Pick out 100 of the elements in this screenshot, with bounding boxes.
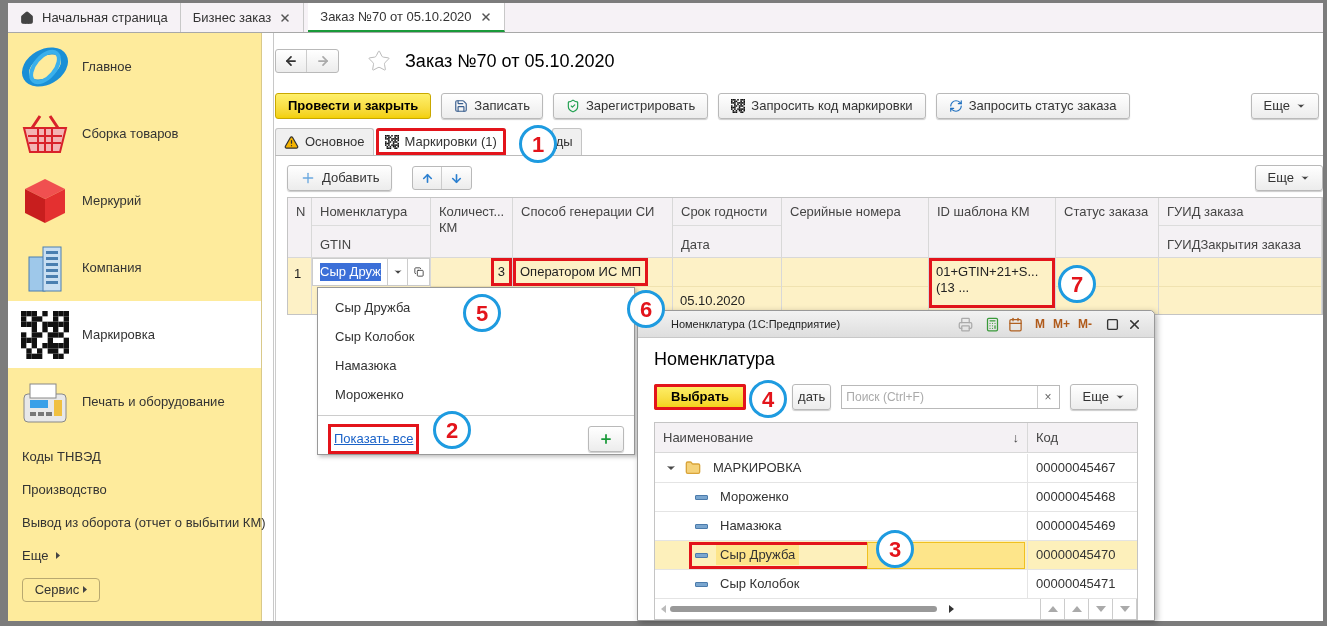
dropdown-item[interactable]: Мороженко [318,380,408,409]
item-code: 00000045471 [1036,575,1116,594]
item-dash-icon [695,581,708,587]
qr-code-icon [731,99,746,113]
create-button[interactable] [588,425,624,452]
scroll-right-icon[interactable] [949,605,954,613]
form-tab[interactable]: Маркировки (1) [375,128,506,155]
tree-row[interactable]: Сыр Колобок 00000045471 [655,570,1137,599]
tab-label: Бизнес заказ [192,8,272,27]
column-subheader: Дата [681,237,710,252]
toolbar-button[interactable]: Запросить статус заказа [935,93,1130,119]
sidebar-item[interactable]: Главное [8,33,261,100]
sidebar-link[interactable]: Производство [22,480,261,499]
sort-indicator[interactable]: ↓ [1012,427,1019,448]
tree-row[interactable]: Мороженко 00000045468 [655,483,1137,512]
item-input-field[interactable]: Сыр Друж [312,258,430,286]
toolbar-button[interactable]: Записать [441,93,543,119]
add-button[interactable]: Добавить [287,165,393,191]
toolbar-button[interactable]: Запросить код маркировки [718,93,926,119]
up-arrow-icon [420,171,434,185]
item-code: 00000045470 [1036,546,1116,565]
column-header: Количест... КМ [439,204,504,236]
dropdown-item[interactable]: Сыр Дружба [318,293,415,322]
column-header: Серийные номера [790,204,902,220]
dropdown-item[interactable]: Сыр Колобок [318,322,419,351]
column-subheader: ГУИДЗакрытия заказа [1167,237,1302,252]
sidebar-link[interactable]: Коды ТНВЭД [22,447,261,466]
column-header: Статус заказа [1064,204,1150,220]
caret-icon [392,267,403,277]
warning-icon [284,134,299,150]
tab-label: Заказ №70 от 05.10.2020 [320,7,472,26]
memory-button[interactable]: M- [1078,315,1092,333]
tree-row[interactable]: МАРКИРОВКА 00000045467 [655,454,1137,483]
tab-label: Основное [305,133,365,152]
sidebar-label: Компания [82,258,142,277]
tab-label: Маркировки (1) [404,133,497,152]
print-icon[interactable] [958,316,973,332]
more-button[interactable]: Еще [1069,384,1138,410]
create-button[interactable]: дать [792,384,832,410]
form-tab[interactable]: Основное [275,128,374,155]
more-link[interactable]: Еще [22,546,49,566]
calendar-icon[interactable] [1008,316,1023,332]
up-triangle-icon [1047,606,1058,612]
selected-input-text: Сыр Друж [320,263,381,281]
more-button[interactable]: Еще [1254,165,1323,191]
table-cell: Оператором ИС МП [513,258,649,286]
window-tab[interactable]: Заказ №70 от 05.10.2020 [308,3,505,32]
column-header: ID шаблона КМ [937,204,1031,220]
memory-button[interactable]: M+ [1053,315,1070,333]
window-tab[interactable]: Начальная страница [8,3,181,32]
scroll-left-icon[interactable] [661,605,666,613]
sidebar-item[interactable]: Меркурий [8,167,261,234]
calculator-icon[interactable] [985,316,1000,332]
sidebar-item[interactable]: Сборка товаров [8,100,261,167]
caret-icon [56,552,61,560]
down-triangle-icon [1119,606,1130,612]
qr-code-icon [384,135,399,149]
tree-item-name: Мороженко [719,488,790,507]
column-header: Наименование [663,428,754,447]
column-header: Срок годности [681,204,769,220]
down-triangle-icon [1095,606,1106,612]
cube-icon [23,176,67,225]
sidebar-label: Главное [82,57,132,76]
column-header: ГУИД заказа [1167,204,1245,220]
tree-row[interactable]: Намазюка 00000045469 [655,512,1137,541]
picker-heading: Номенклатура [654,348,776,370]
column-subheader: GTIN [320,237,352,252]
item-dash-icon [695,552,708,558]
down-arrow-icon [450,171,464,185]
maximize-icon[interactable] [1106,317,1119,331]
tree-item-name: Намазюка [719,517,783,536]
sidebar-item[interactable]: Маркировка [8,301,261,368]
memory-button[interactable]: M [1035,315,1045,333]
item-dash-icon [695,494,708,500]
tree-item-name: Сыр Колобок [719,575,801,594]
column-header: N [296,204,303,220]
table-cell-text: 05.10.2020 [679,291,747,310]
table-cell: 3 [490,258,512,286]
sidebar-label: Печать и оборудование [82,392,225,411]
tab-label: ды [555,133,573,152]
item-code: 00000045468 [1036,488,1116,507]
close-icon[interactable] [279,11,292,24]
row-number: 1 [288,258,311,314]
more-button[interactable]: Еще [1250,93,1319,119]
dropdown-item[interactable]: Намазюка [318,351,401,380]
plus-icon [599,431,613,446]
window-tab[interactable]: Бизнес заказ [180,3,305,32]
favorite-star-icon[interactable] [367,49,391,73]
clear-search-button[interactable]: × [1036,386,1059,408]
search-field[interactable]: Поиск (Ctrl+F) × [841,385,1060,409]
post-and-close-button[interactable]: Провести и закрыть [275,93,432,119]
column-header: Код [1036,428,1059,447]
toolbar-button[interactable]: Зарегистрировать [552,93,709,119]
choose-button[interactable]: Выбрать [654,384,747,410]
service-button[interactable]: Сервис [22,577,100,602]
show-all-link[interactable]: Показать все [328,424,420,454]
sidebar-item[interactable]: Компания [8,234,261,301]
sidebar-item[interactable]: Печать и оборудование [8,368,261,435]
close-icon[interactable] [479,10,492,23]
sidebar-label: Меркурий [82,191,142,210]
